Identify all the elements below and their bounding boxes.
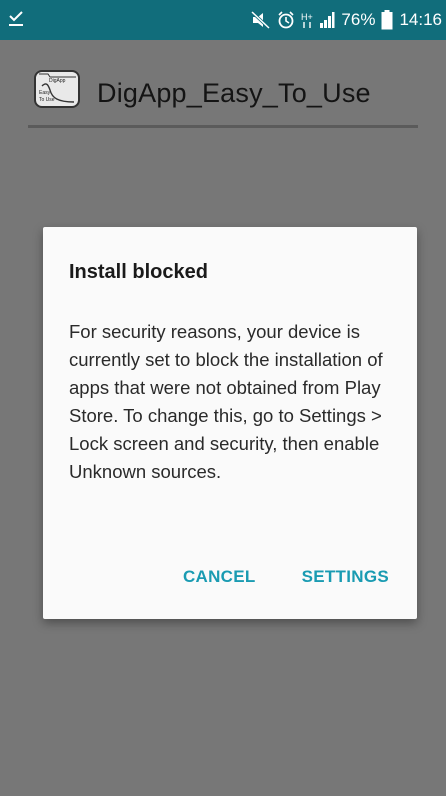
status-bar: H+ 76% 14:16 <box>0 0 446 40</box>
dialog-title: Install blocked <box>69 261 208 283</box>
app-title: DigApp_Easy_To_Use <box>97 78 371 108</box>
app-logo: DigApp Easy To Use <box>34 70 80 108</box>
download-done-icon <box>8 9 24 32</box>
battery-icon <box>381 10 393 30</box>
dialog-actions: CANCEL SETTINGS <box>183 567 389 587</box>
signal-icon <box>319 11 335 29</box>
alarm-icon <box>277 11 295 29</box>
mute-icon <box>251 11 271 29</box>
svg-text:Easy: Easy <box>39 90 51 96</box>
settings-button[interactable]: SETTINGS <box>302 567 389 587</box>
dialog-message: For security reasons, your device is cur… <box>69 321 383 482</box>
svg-text:To Use: To Use <box>39 97 55 103</box>
header-divider <box>28 125 418 128</box>
data-h-plus-icon: H+ <box>301 11 313 29</box>
svg-text:H+: H+ <box>301 12 313 22</box>
svg-text:DigApp: DigApp <box>49 78 66 84</box>
app-header: DigApp Easy To Use DigApp_Easy_To_Use <box>0 40 446 126</box>
battery-percent: 76% <box>341 10 376 29</box>
clock-time: 14:16 <box>399 10 442 29</box>
install-blocked-dialog: Install blocked For security reasons, yo… <box>43 227 417 619</box>
cancel-button[interactable]: CANCEL <box>183 567 256 587</box>
